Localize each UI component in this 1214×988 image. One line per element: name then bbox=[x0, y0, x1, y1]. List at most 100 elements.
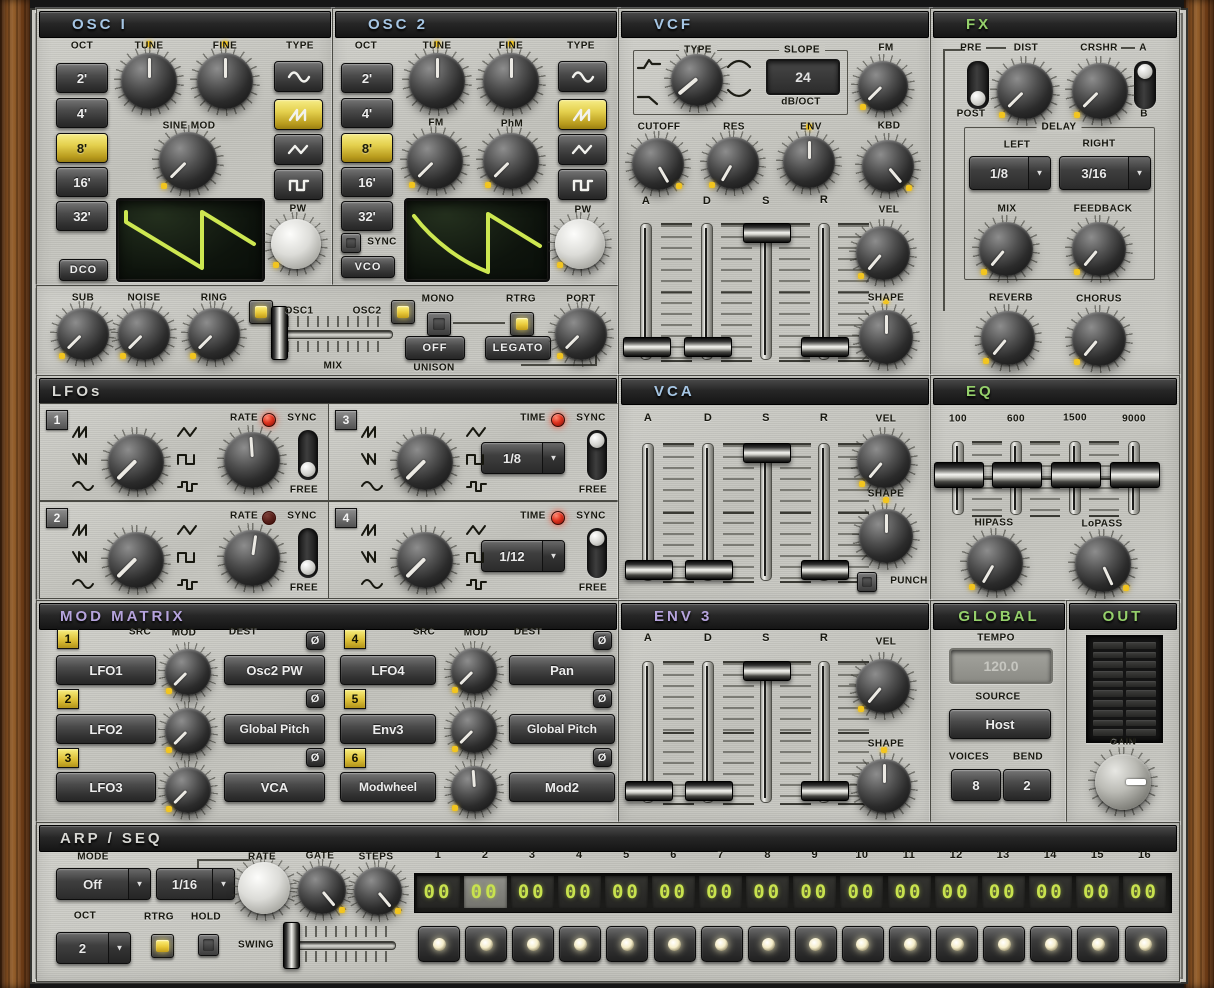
step-display-16[interactable]: 00 bbox=[1123, 876, 1166, 908]
chevron-down-icon[interactable] bbox=[543, 443, 564, 473]
osc1-type-triangle-button[interactable] bbox=[274, 134, 323, 165]
mm-row3-src-button[interactable]: LFO3 bbox=[56, 772, 156, 802]
osc1-sinemod-knob[interactable] bbox=[159, 132, 217, 190]
crshr-knob[interactable] bbox=[1072, 63, 1128, 119]
source-button[interactable]: Host bbox=[949, 709, 1051, 739]
vcf-attack-slider[interactable] bbox=[623, 223, 669, 358]
step-display-6[interactable]: 00 bbox=[652, 876, 695, 908]
osc2-sync-checkbox[interactable] bbox=[341, 233, 361, 253]
osc2-oct-4[interactable]: 4' bbox=[341, 98, 393, 128]
mm-row5-src-button[interactable]: Env3 bbox=[340, 714, 436, 744]
gain-knob[interactable] bbox=[1095, 754, 1151, 810]
step-display-14[interactable]: 00 bbox=[1029, 876, 1072, 908]
osc1-tune-knob[interactable] bbox=[121, 53, 177, 109]
osc2-enable-led-button[interactable] bbox=[391, 300, 415, 324]
step-display-1[interactable]: 00 bbox=[417, 876, 460, 908]
lfo2-wave-selector-knob[interactable] bbox=[108, 532, 164, 588]
mm-row3-dest-button[interactable]: VCA bbox=[224, 772, 325, 802]
eq-9000-slider[interactable] bbox=[1110, 441, 1158, 513]
step-button-14[interactable] bbox=[1030, 926, 1072, 962]
osc1-fine-knob[interactable] bbox=[197, 53, 253, 109]
voices-button[interactable]: 8 bbox=[951, 769, 1001, 801]
mix-slider-track[interactable] bbox=[271, 330, 393, 339]
swing-slider-handle[interactable] bbox=[283, 922, 300, 969]
lfo1-rate-knob[interactable] bbox=[224, 432, 280, 488]
mm-row6-dest-button[interactable]: Mod2 bbox=[509, 772, 615, 802]
vca-sustain-slider[interactable] bbox=[743, 443, 789, 579]
vca-attack-slider[interactable] bbox=[625, 443, 671, 579]
step-button-2[interactable] bbox=[465, 926, 507, 962]
dist-knob[interactable] bbox=[997, 63, 1053, 119]
step-button-4[interactable] bbox=[559, 926, 601, 962]
osc2-oct-8[interactable]: 8' bbox=[341, 133, 393, 163]
arp-rate-knob[interactable] bbox=[238, 862, 290, 914]
noise-knob[interactable] bbox=[118, 308, 170, 360]
reverb-knob[interactable] bbox=[981, 311, 1035, 365]
osc2-fine-knob[interactable] bbox=[483, 53, 539, 109]
osc2-type-triangle-button[interactable] bbox=[558, 134, 607, 165]
mm-row3-invert-button[interactable]: Ø bbox=[306, 748, 325, 767]
arp-mode-dropdown[interactable]: Off bbox=[56, 868, 151, 900]
chevron-down-icon[interactable] bbox=[543, 541, 564, 571]
chorus-knob[interactable] bbox=[1072, 312, 1126, 366]
step-button-13[interactable] bbox=[983, 926, 1025, 962]
lfo4-wave-selector-knob[interactable] bbox=[397, 532, 453, 588]
step-display-2[interactable]: 00 bbox=[464, 876, 507, 908]
step-button-12[interactable] bbox=[936, 926, 978, 962]
step-button-3[interactable] bbox=[512, 926, 554, 962]
cutoff-knob[interactable] bbox=[632, 138, 684, 190]
swing-slider-track[interactable] bbox=[284, 941, 396, 950]
chevron-down-icon[interactable] bbox=[1029, 157, 1050, 189]
lfo1-free-toggle[interactable] bbox=[298, 430, 318, 480]
mm-row1-src-button[interactable]: LFO1 bbox=[56, 655, 156, 685]
osc2-tune-knob[interactable] bbox=[409, 53, 465, 109]
unison-button[interactable]: OFF bbox=[405, 336, 465, 360]
lfo4-time-dropdown[interactable]: 1/12 bbox=[481, 540, 565, 572]
crshr-ab-toggle[interactable] bbox=[1134, 61, 1156, 109]
osc1-type-saw-button[interactable] bbox=[274, 99, 323, 130]
osc1-oct-32[interactable]: 32' bbox=[56, 201, 108, 231]
chevron-down-icon[interactable] bbox=[129, 869, 150, 899]
step-button-5[interactable] bbox=[606, 926, 648, 962]
step-display-9[interactable]: 00 bbox=[793, 876, 836, 908]
mm-row5-dest-button[interactable]: Global Pitch bbox=[509, 714, 615, 744]
rtrg-led-button[interactable] bbox=[510, 312, 534, 336]
arp-oct-dropdown[interactable]: 2 bbox=[56, 932, 131, 964]
pre-post-toggle[interactable] bbox=[967, 61, 989, 109]
kbd-knob[interactable] bbox=[862, 140, 914, 192]
env3-attack-slider[interactable] bbox=[625, 661, 671, 801]
legato-button[interactable]: LEGATO bbox=[485, 336, 551, 360]
slope-display[interactable]: 24 bbox=[766, 59, 840, 95]
arp-rtrg-led-button[interactable] bbox=[151, 934, 174, 958]
osc1-oct-2[interactable]: 2' bbox=[56, 63, 108, 93]
env3-shape-knob[interactable] bbox=[857, 759, 911, 813]
osc2-oct-2[interactable]: 2' bbox=[341, 63, 393, 93]
filter-type-knob[interactable] bbox=[671, 54, 723, 106]
delay-right-dropdown[interactable]: 3/16 bbox=[1059, 156, 1151, 190]
step-display-13[interactable]: 00 bbox=[982, 876, 1025, 908]
osc2-pw-knob[interactable] bbox=[555, 219, 605, 269]
lfo2-rate-knob[interactable] bbox=[224, 530, 280, 586]
delay-mix-knob[interactable] bbox=[979, 222, 1033, 276]
chevron-down-icon[interactable] bbox=[109, 933, 130, 963]
lfo1-wave-selector-knob[interactable] bbox=[108, 434, 164, 490]
eq-1500-slider[interactable] bbox=[1051, 441, 1099, 513]
step-display-15[interactable]: 00 bbox=[1076, 876, 1119, 908]
sub-knob[interactable] bbox=[57, 308, 109, 360]
eq-600-slider[interactable] bbox=[992, 441, 1040, 513]
vca-decay-slider[interactable] bbox=[685, 443, 731, 579]
mm-row2-dest-button[interactable]: Global Pitch bbox=[224, 714, 325, 744]
vcf-sustain-slider[interactable] bbox=[743, 223, 789, 358]
osc2-phm-knob[interactable] bbox=[483, 133, 539, 189]
punch-checkbox[interactable] bbox=[857, 572, 877, 592]
osc2-fm-knob[interactable] bbox=[407, 133, 463, 189]
arp-hold-checkbox[interactable] bbox=[198, 934, 219, 956]
mm-row1-mod-knob[interactable] bbox=[165, 649, 211, 695]
step-display-4[interactable]: 00 bbox=[558, 876, 601, 908]
osc2-type-pulse-button[interactable] bbox=[558, 169, 607, 200]
arp-steps-knob[interactable] bbox=[354, 867, 402, 915]
mm-row6-invert-button[interactable]: Ø bbox=[593, 748, 612, 767]
osc2-oct-32[interactable]: 32' bbox=[341, 201, 393, 231]
step-button-9[interactable] bbox=[795, 926, 837, 962]
mm-row4-src-button[interactable]: LFO4 bbox=[340, 655, 436, 685]
